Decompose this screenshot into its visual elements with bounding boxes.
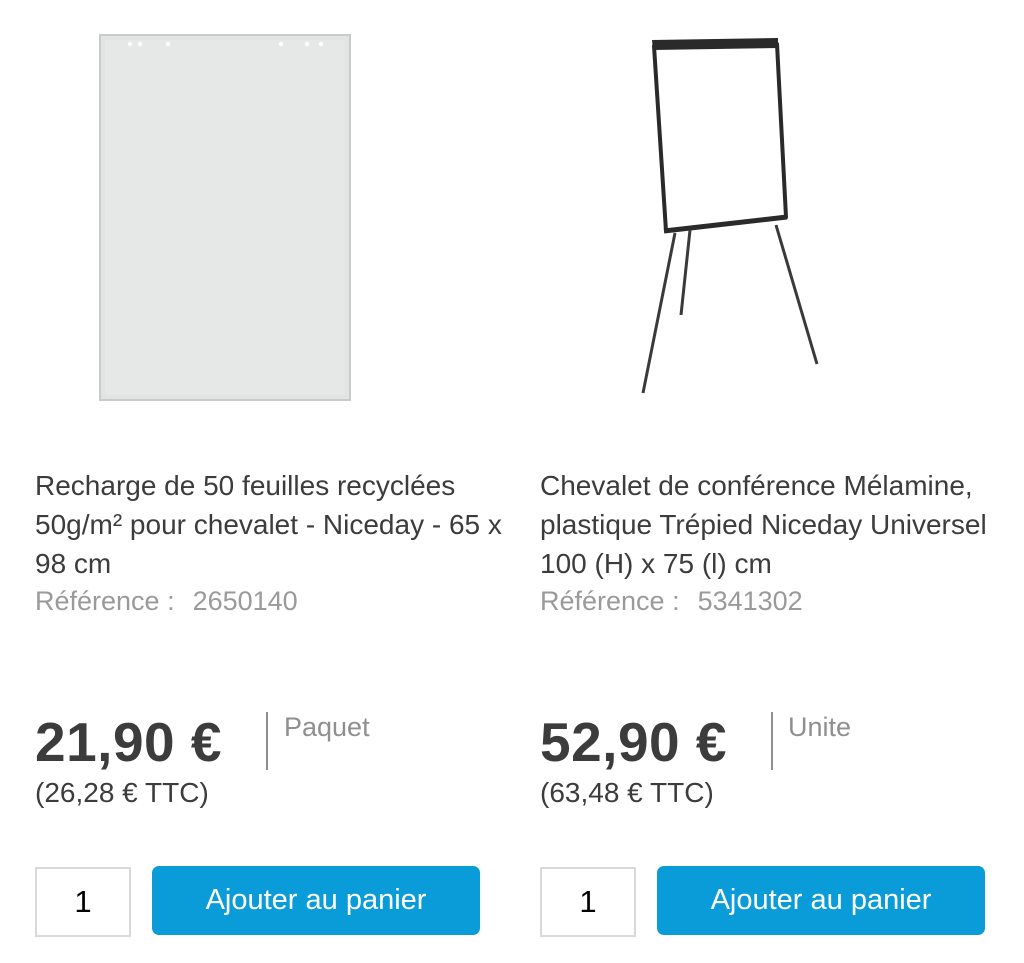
reference-label: Référence :: [35, 586, 175, 616]
unit-divider: [266, 712, 268, 770]
flipchart-easel-tripod-image[interactable]: [540, 20, 1000, 410]
add-to-cart-button[interactable]: Ajouter au panier: [657, 866, 985, 935]
flipchart-easel-icon: [641, 38, 819, 394]
price-block: 21,90 € Paquet (26,28 € TTC): [35, 705, 505, 815]
product-title[interactable]: Chevalet de conférence Mélamine, plastiq…: [540, 466, 1010, 583]
reference-label: Référence :: [540, 586, 680, 616]
flipchart-paper-pad-image[interactable]: [35, 20, 495, 410]
reference-value: 5341302: [697, 586, 803, 616]
product-info: Recharge de 50 feuilles recyclées 50g/m²…: [35, 466, 505, 619]
price: 52,90 €: [540, 711, 728, 773]
price-block: 52,90 € Unite (63,48 € TTC): [540, 705, 1010, 815]
reference-value: 2650140: [192, 586, 298, 616]
price-ttc: (26,28 € TTC): [35, 777, 209, 808]
quantity-input[interactable]: [35, 867, 131, 937]
price-ttc: (63,48 € TTC): [540, 777, 714, 808]
flipchart-paper-pad-icon: [99, 34, 351, 401]
product-reference: Référence : 5341302: [540, 583, 1010, 619]
product-reference: Référence : 2650140: [35, 583, 505, 619]
product-title[interactable]: Recharge de 50 feuilles recyclées 50g/m²…: [35, 466, 505, 583]
add-to-cart-button[interactable]: Ajouter au panier: [152, 866, 480, 935]
product-card: Chevalet de conférence Mélamine, plastiq…: [540, 0, 1020, 963]
unit-label: Paquet: [284, 712, 370, 742]
price: 21,90 €: [35, 711, 223, 773]
unit-label: Unite: [788, 712, 852, 742]
unit-divider: [771, 712, 773, 770]
quantity-input[interactable]: [540, 867, 636, 937]
product-card: Recharge de 50 feuilles recyclées 50g/m²…: [35, 0, 515, 963]
product-info: Chevalet de conférence Mélamine, plastiq…: [540, 466, 1010, 619]
